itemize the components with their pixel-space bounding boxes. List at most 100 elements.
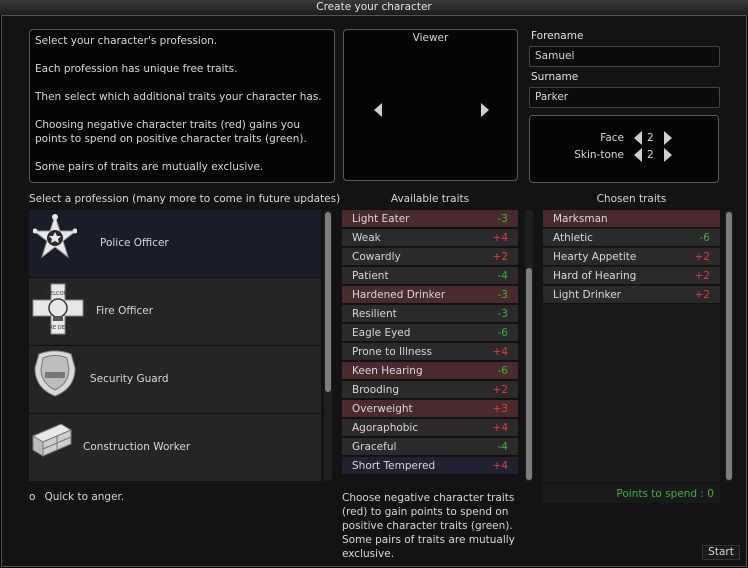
trait-cost: +2 <box>694 251 710 263</box>
trait-cost: -3 <box>497 308 508 320</box>
profession-label: Security Guard <box>90 373 169 385</box>
chosen-trait-marksman[interactable]: Marksman <box>543 210 720 228</box>
forename-field[interactable]: Samuel <box>529 46 720 67</box>
character-viewer: Viewer <box>343 29 518 181</box>
face-label: Face <box>600 132 624 144</box>
intro-line: Choosing negative character traits (red)… <box>35 119 307 145</box>
trait-weak[interactable]: Weak +4 <box>342 229 518 247</box>
intro-text-panel: Select your character's profession. Each… <box>29 29 335 183</box>
profession-item-security-guard[interactable]: Security Guard <box>29 346 321 414</box>
skintone-next-icon[interactable] <box>664 148 672 162</box>
intro-line: Then select which additional traits your… <box>35 91 322 103</box>
skintone-value: 2 <box>647 149 654 161</box>
points-to-spend: Points to spend : 0 <box>543 485 720 503</box>
chosen-trait-light-drinker[interactable]: Light Drinker +2 <box>543 286 720 304</box>
trait-label: Overweight <box>352 403 413 415</box>
profession-item-construction-worker[interactable]: Construction Worker <box>29 414 321 481</box>
trait-hardened-drinker[interactable]: Hardened Drinker -3 <box>342 286 518 304</box>
trait-overweight[interactable]: Overweight +3 <box>342 400 518 418</box>
window-title: Create your character <box>0 0 748 15</box>
trait-cost: +4 <box>492 346 508 358</box>
trait-label: Marksman <box>553 213 608 225</box>
trait-eagle-eyed[interactable]: Eagle Eyed -6 <box>342 324 518 342</box>
trait-short-tempered[interactable]: Short Tempered +4 <box>342 457 518 475</box>
start-button[interactable]: Start <box>702 545 740 560</box>
trait-label: Graceful <box>352 441 397 453</box>
trait-cost: -3 <box>497 289 508 301</box>
trait-patient[interactable]: Patient -4 <box>342 267 518 285</box>
available-traits-header: Available traits <box>390 193 470 205</box>
trait-label: Light Drinker <box>553 289 621 301</box>
chosen-trait-hearty-appetite[interactable]: Hearty Appetite +2 <box>543 248 720 266</box>
trait-label: Hard of Hearing <box>553 270 637 282</box>
svg-text:FIRE DEPT: FIRE DEPT <box>45 325 72 331</box>
trait-cost: -6 <box>497 327 508 339</box>
trait-cost: -4 <box>497 441 508 453</box>
trait-cost: +4 <box>492 460 508 472</box>
bullet-icon: o <box>29 491 36 503</box>
trait-cost: -6 <box>699 232 710 244</box>
bricks-icon <box>31 423 73 457</box>
surname-label: Surname <box>531 71 579 83</box>
trait-cost: +4 <box>492 422 508 434</box>
trait-prone-to-illness[interactable]: Prone to Illness +4 <box>342 343 518 361</box>
svg-text:WELCOME: WELCOME <box>45 291 71 297</box>
trait-label: Hearty Appetite <box>553 251 637 263</box>
profession-label: Police Officer <box>100 237 169 249</box>
trait-cost: +2 <box>694 289 710 301</box>
trait-cost: -4 <box>497 270 508 282</box>
trait-label: Eagle Eyed <box>352 327 411 339</box>
available-scrollbar[interactable] <box>525 210 533 482</box>
trait-keen-hearing[interactable]: Keen Hearing -6 <box>342 362 518 380</box>
trait-label: Brooding <box>352 384 400 396</box>
profession-scroll-thumb[interactable] <box>325 212 331 392</box>
chosen-trait-athletic[interactable]: Athletic -6 <box>543 229 720 247</box>
trait-agoraphobic[interactable]: Agoraphobic +4 <box>342 419 518 437</box>
profession-scrollbar[interactable] <box>324 210 332 481</box>
trait-label: Hardened Drinker <box>352 289 446 301</box>
chosen-trait-hard-of-hearing[interactable]: Hard of Hearing +2 <box>543 267 720 285</box>
chosen-traits-list: Marksman Athletic -6 Hearty Appetite +2 Ha… <box>543 210 720 482</box>
trait-graceful[interactable]: Graceful -4 <box>342 438 518 456</box>
trait-label: Agoraphobic <box>352 422 419 434</box>
face-next-icon[interactable] <box>664 131 672 145</box>
trait-brooding[interactable]: Brooding +2 <box>342 381 518 399</box>
profession-item-fire-officer[interactable]: WELCOME FIRE DEPT Fire Officer <box>29 278 321 346</box>
available-scroll-thumb[interactable] <box>526 268 532 480</box>
trait-cost: +3 <box>492 403 508 415</box>
face-value: 2 <box>647 132 654 144</box>
trait-cowardly[interactable]: Cowardly +2 <box>342 248 518 266</box>
chosen-scroll-thumb[interactable] <box>726 212 732 480</box>
intro-line: Each profession has unique free traits. <box>35 63 238 75</box>
trait-description-text: Quick to anger. <box>44 491 125 503</box>
trait-cost: -6 <box>497 365 508 377</box>
fire-badge-icon: WELCOME FIRE DEPT <box>32 283 84 335</box>
trait-label: Resilient <box>352 308 397 320</box>
profession-list: Police Officer WELCOME FIRE DEPT Fire Of… <box>29 210 321 481</box>
skintone-prev-icon[interactable] <box>634 148 642 162</box>
intro-line: Some pairs of traits are mutually exclus… <box>35 161 264 173</box>
profession-header: Select a profession (many more to come i… <box>29 193 341 205</box>
trait-cost: +2 <box>492 384 508 396</box>
trait-description: o Quick to anger. <box>29 491 124 503</box>
available-traits-list: Light Eater -3 Weak +4 Cowardly +2 Patient -… <box>342 210 518 476</box>
face-prev-icon[interactable] <box>634 131 642 145</box>
trait-label: Weak <box>352 232 381 244</box>
trait-cost: -3 <box>497 213 508 225</box>
profession-label: Fire Officer <box>96 305 154 317</box>
intro-line: Select your character's profession. <box>35 35 218 47</box>
trait-label: Prone to Illness <box>352 346 432 358</box>
surname-field[interactable]: Parker <box>529 87 720 108</box>
police-badge-icon <box>33 214 77 259</box>
chosen-scrollbar[interactable] <box>725 210 733 482</box>
rotate-right-icon[interactable] <box>481 103 489 117</box>
rotate-left-icon[interactable] <box>374 103 382 117</box>
trait-light-eater[interactable]: Light Eater -3 <box>342 210 518 228</box>
trait-resilient[interactable]: Resilient -3 <box>342 305 518 323</box>
trait-label: Keen Hearing <box>352 365 423 377</box>
profession-item-police-officer[interactable]: Police Officer <box>29 210 321 278</box>
traits-help-text: Choose negative character traits (red) t… <box>342 492 515 560</box>
trait-label: Cowardly <box>352 251 401 263</box>
trait-cost: +4 <box>492 232 508 244</box>
trait-cost: +2 <box>492 251 508 263</box>
